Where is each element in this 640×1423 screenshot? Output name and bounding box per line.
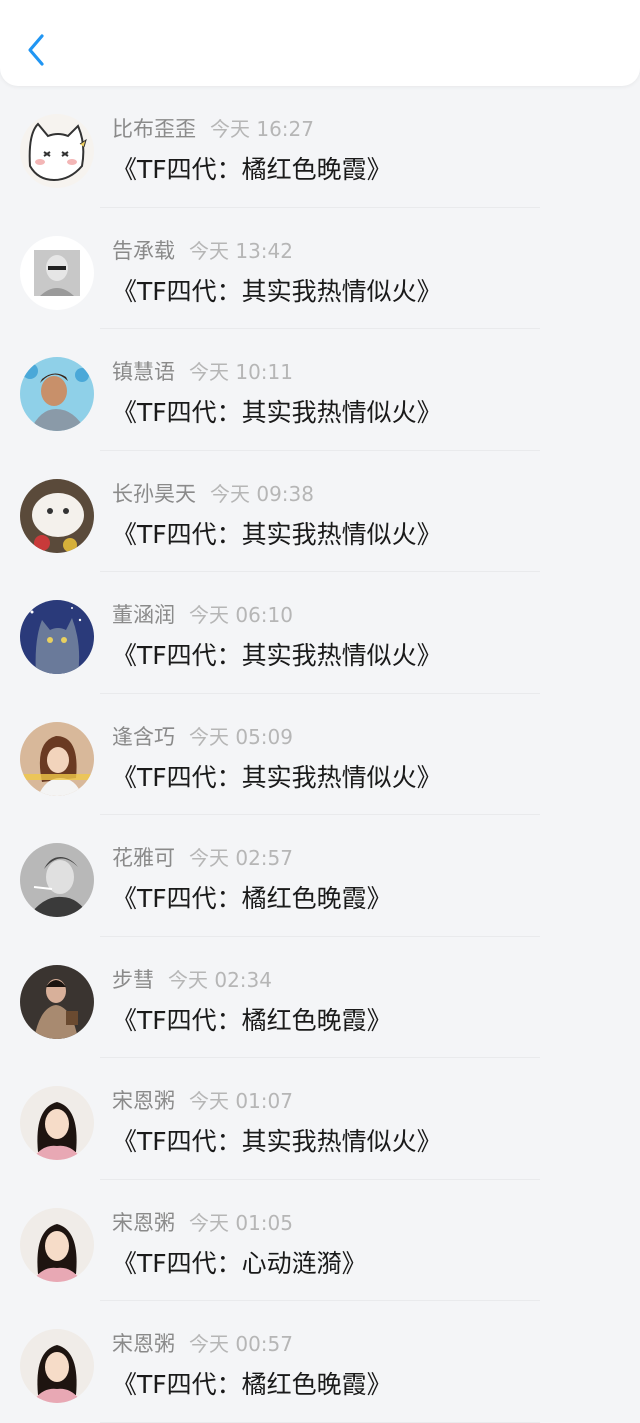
avatar[interactable] bbox=[20, 1086, 94, 1160]
sender-name[interactable]: 镇慧语 bbox=[112, 360, 175, 384]
message-title[interactable]: 《TF四代：橘红色晚霞》 bbox=[112, 1001, 392, 1037]
sender-name[interactable]: 比布歪歪 bbox=[112, 117, 196, 141]
sender-name[interactable]: 长孙昊天 bbox=[112, 482, 196, 506]
sender-name[interactable]: 告承载 bbox=[112, 239, 175, 263]
avatar[interactable] bbox=[20, 235, 94, 310]
message-row[interactable]: 镇慧语 今天 10:11 《TF四代：其实我热情似火》 bbox=[0, 329, 640, 451]
message-title[interactable]: 《TF四代：橘红色晚霞》 bbox=[112, 879, 392, 915]
message-list: 比布歪歪 今天 16:27 《TF四代：橘红色晚霞》 告承载 今天 13:42 《TF四代… bbox=[0, 86, 640, 1423]
sender-name[interactable]: 花雅可 bbox=[112, 846, 175, 870]
message-time: 今天 10:11 bbox=[189, 360, 293, 384]
avatar[interactable] bbox=[20, 600, 94, 674]
message-row[interactable]: 花雅可 今天 02:57 《TF四代：橘红色晚霞》 bbox=[0, 815, 640, 937]
message-meta: 宋恩粥 今天 01:05 bbox=[112, 1207, 293, 1237]
avatar[interactable] bbox=[20, 114, 94, 188]
sender-name[interactable]: 宋恩粥 bbox=[112, 1211, 175, 1235]
message-title[interactable]: 《TF四代：橘红色晚霞》 bbox=[112, 1365, 392, 1401]
sender-name[interactable]: 宋恩粥 bbox=[112, 1332, 175, 1356]
message-meta: 宋恩粥 今天 01:07 bbox=[112, 1085, 293, 1115]
message-title[interactable]: 《TF四代：其实我热情似火》 bbox=[112, 758, 442, 794]
avatar[interactable] bbox=[20, 478, 94, 553]
avatar[interactable] bbox=[20, 964, 94, 1039]
message-meta: 镇慧语 今天 10:11 bbox=[112, 356, 293, 386]
message-meta: 宋恩粥 今天 00:57 bbox=[112, 1328, 293, 1358]
avatar[interactable] bbox=[20, 721, 94, 796]
message-meta: 告承载 今天 13:42 bbox=[112, 235, 293, 265]
message-row[interactable]: 宋恩粥 今天 00:57 《TF四代：橘红色晚霞》 bbox=[0, 1301, 640, 1423]
message-time: 今天 02:34 bbox=[168, 967, 272, 992]
avatar[interactable] bbox=[20, 843, 94, 917]
chevron-left-icon bbox=[25, 32, 47, 72]
message-time: 今天 01:07 bbox=[189, 1089, 293, 1113]
message-time: 今天 05:09 bbox=[189, 724, 293, 749]
message-meta: 花雅可 今天 02:57 bbox=[112, 842, 293, 872]
message-meta: 步彗 今天 02:34 bbox=[112, 964, 272, 994]
message-time: 今天 13:42 bbox=[189, 238, 293, 263]
message-title[interactable]: 《TF四代：其实我热情似火》 bbox=[112, 515, 442, 551]
message-time: 今天 02:57 bbox=[189, 846, 293, 870]
message-time: 今天 06:10 bbox=[189, 603, 293, 627]
message-meta: 董涵润 今天 06:10 bbox=[112, 599, 293, 629]
message-meta: 比布歪歪 今天 16:27 bbox=[112, 113, 314, 143]
message-row[interactable]: 长孙昊天 今天 09:38 《TF四代：其实我热情似火》 bbox=[0, 451, 640, 572]
sender-name[interactable]: 宋恩粥 bbox=[112, 1089, 175, 1113]
message-row[interactable]: 步彗 今天 02:34 《TF四代：橘红色晚霞》 bbox=[0, 937, 640, 1058]
message-time: 今天 09:38 bbox=[210, 481, 314, 506]
message-title[interactable]: 《TF四代：其实我热情似火》 bbox=[112, 1122, 442, 1158]
message-row[interactable]: 逢含巧 今天 05:09 《TF四代：其实我热情似火》 bbox=[0, 694, 640, 815]
sender-name[interactable]: 逢含巧 bbox=[112, 725, 175, 749]
message-time: 今天 00:57 bbox=[189, 1332, 293, 1356]
message-row[interactable]: 告承载 今天 13:42 《TF四代：其实我热情似火》 bbox=[0, 208, 640, 329]
message-title[interactable]: 《TF四代：其实我热情似火》 bbox=[112, 636, 442, 672]
message-title[interactable]: 《TF四代：橘红色晚霞》 bbox=[112, 150, 392, 186]
message-row[interactable]: 董涵润 今天 06:10 《TF四代：其实我热情似火》 bbox=[0, 572, 640, 694]
top-bar bbox=[0, 0, 640, 86]
sender-name[interactable]: 步彗 bbox=[112, 968, 154, 992]
message-meta: 长孙昊天 今天 09:38 bbox=[112, 478, 314, 508]
message-row[interactable]: 宋恩粥 今天 01:07 《TF四代：其实我热情似火》 bbox=[0, 1058, 640, 1180]
row-divider bbox=[100, 1421, 540, 1423]
message-time: 今天 16:27 bbox=[210, 117, 314, 141]
message-title[interactable]: 《TF四代：心动涟漪》 bbox=[112, 1244, 367, 1280]
avatar[interactable] bbox=[20, 357, 94, 431]
back-button[interactable] bbox=[14, 28, 58, 76]
message-time: 今天 01:05 bbox=[189, 1210, 293, 1235]
message-title[interactable]: 《TF四代：其实我热情似火》 bbox=[112, 272, 442, 308]
avatar[interactable] bbox=[20, 1329, 94, 1403]
avatar[interactable] bbox=[20, 1207, 94, 1282]
message-row[interactable]: 宋恩粥 今天 01:05 《TF四代：心动涟漪》 bbox=[0, 1180, 640, 1301]
sender-name[interactable]: 董涵润 bbox=[112, 603, 175, 627]
message-meta: 逢含巧 今天 05:09 bbox=[112, 721, 293, 751]
message-title[interactable]: 《TF四代：其实我热情似火》 bbox=[112, 393, 442, 429]
message-row[interactable]: 比布歪歪 今天 16:27 《TF四代：橘红色晚霞》 bbox=[0, 86, 640, 208]
